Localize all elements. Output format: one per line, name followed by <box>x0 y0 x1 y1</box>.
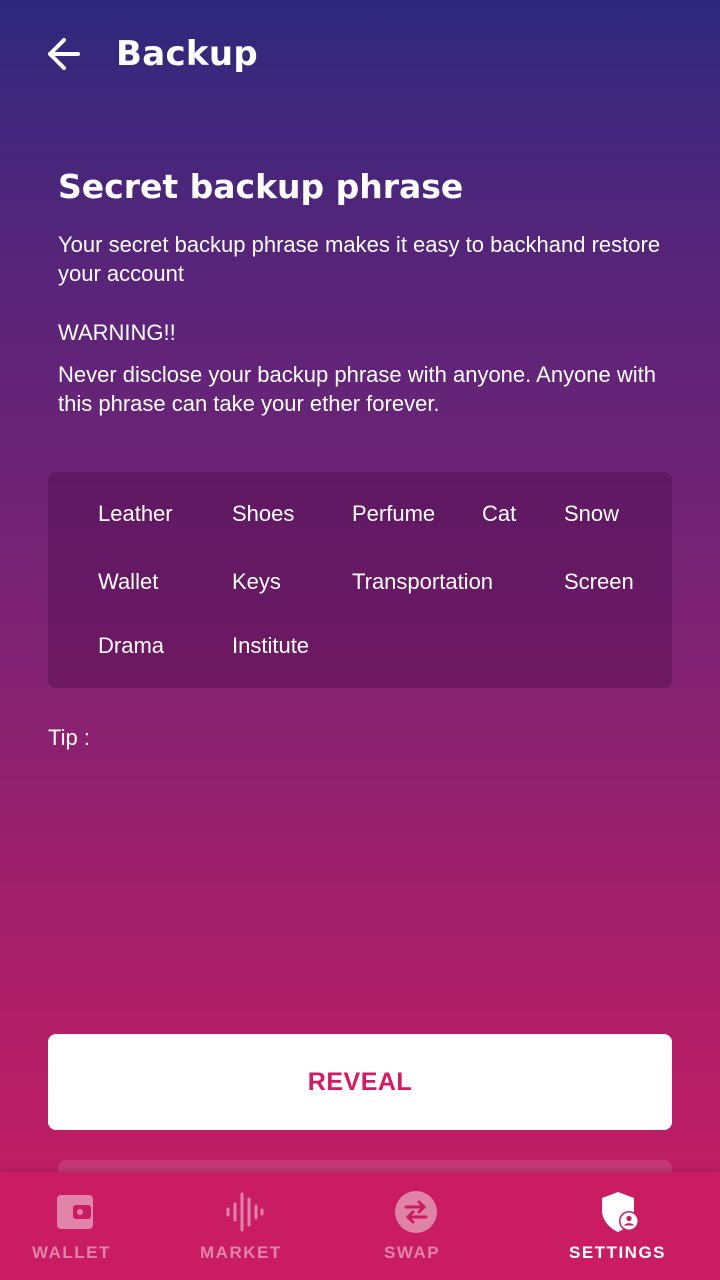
phrase-word: Cat <box>482 501 517 526</box>
nav-item-settings[interactable]: SETTINGS <box>540 1172 710 1280</box>
phrase-word: Institute <box>232 633 310 658</box>
reveal-button[interactable]: REVEAL <box>48 1034 672 1130</box>
phrase-word: Perfume <box>352 501 436 526</box>
phrase-word: Keys <box>232 569 281 594</box>
section-title: Secret backup phrase <box>58 167 464 206</box>
nav-label-swap: SWAP <box>384 1243 441 1262</box>
phrase-word: Leather <box>98 501 173 526</box>
market-waveform-icon <box>226 1192 264 1232</box>
swap-icon <box>395 1191 437 1233</box>
warning-text: Never disclose your backup phrase with a… <box>58 362 657 416</box>
bottom-navigation: WALLET MARKET SWAP SETTINGS <box>0 1172 720 1280</box>
phrase-word: Wallet <box>98 569 159 594</box>
phrase-word: Snow <box>564 501 620 526</box>
phrase-word: Screen <box>564 569 634 594</box>
phrase-word: Transportation <box>352 569 494 594</box>
top-app-bar: Backup <box>0 0 720 108</box>
wallet-icon <box>57 1195 93 1229</box>
tip-label: Tip : <box>48 725 90 750</box>
nav-label-settings: SETTINGS <box>569 1243 667 1262</box>
phrase-word: Shoes <box>232 501 295 526</box>
nav-item-market[interactable]: MARKET <box>170 1172 320 1280</box>
arrow-left-icon <box>48 38 80 70</box>
nav-item-swap[interactable]: SWAP <box>340 1172 490 1280</box>
phrase-word: Drama <box>98 633 165 658</box>
reveal-button-label: REVEAL <box>307 1067 413 1096</box>
nav-label-market: MARKET <box>200 1243 282 1262</box>
shield-user-icon <box>602 1192 639 1232</box>
page-title: Backup <box>116 34 258 74</box>
back-button[interactable] <box>40 34 88 74</box>
nav-label-wallet: WALLET <box>32 1243 111 1262</box>
description-text: Your secret backup phrase makes it easy … <box>58 232 661 286</box>
backup-phrase-box: Leather Shoes Perfume Cat Snow Wallet Ke… <box>48 472 672 688</box>
nav-item-wallet[interactable]: WALLET <box>0 1172 150 1280</box>
warning-title: WARNING!! <box>58 320 176 345</box>
